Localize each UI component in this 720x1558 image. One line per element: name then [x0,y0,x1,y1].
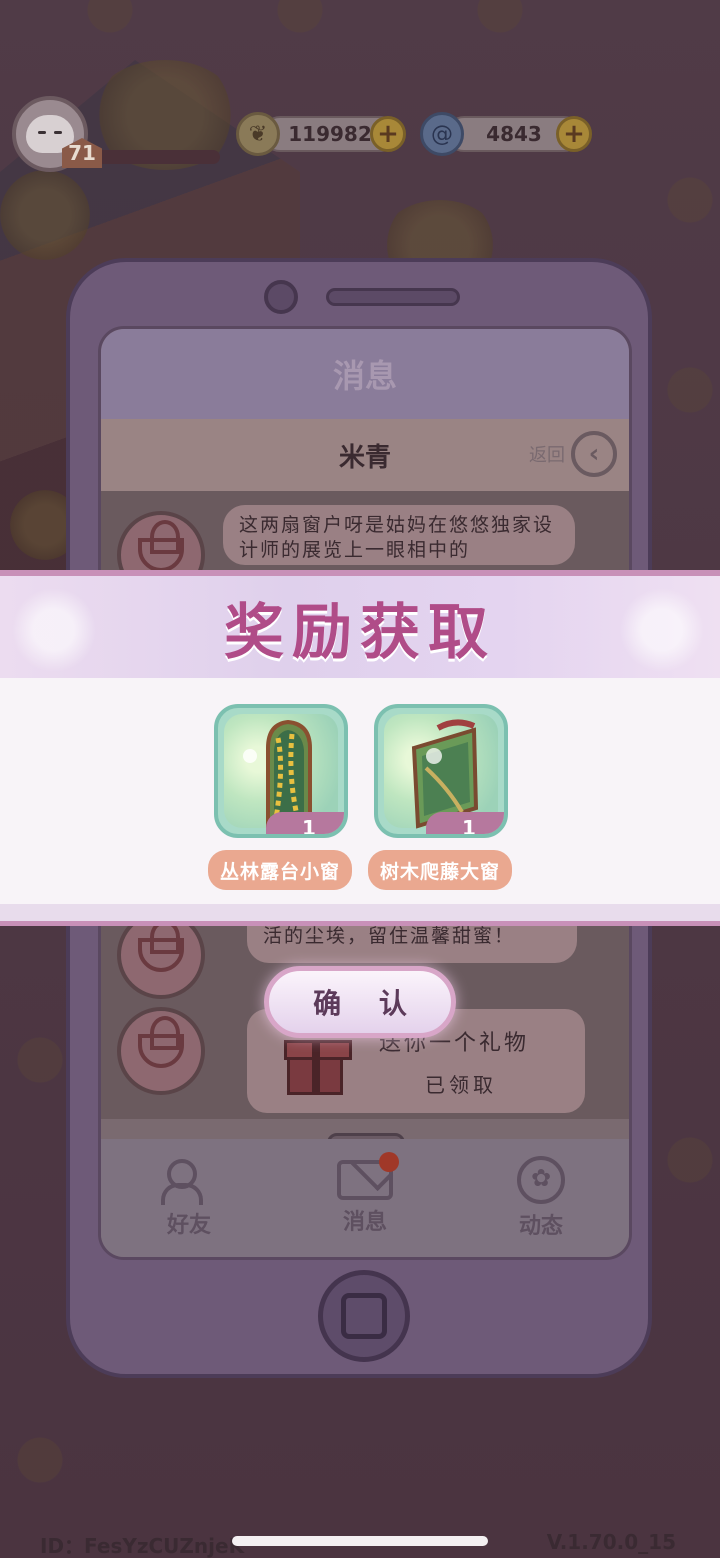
phone-home-button[interactable] [318,1270,410,1362]
friends-icon [161,1157,217,1205]
chat-contact-name: 米青 [338,442,391,473]
back-label[interactable]: 返回 [529,441,565,467]
nav-friends-tab[interactable]: 好友 [129,1157,249,1239]
gift-box-icon [284,1040,352,1095]
gift-status: 已领取 [425,1073,497,1097]
lotus-icon [138,520,184,572]
confirm-button[interactable]: 确 认 [264,966,456,1038]
reward-item-name: 丛林露台小窗 [208,850,352,890]
reward-panel-edge [0,904,720,926]
notification-dot [379,1152,399,1172]
flower-decoration [6,582,102,678]
nav-friends-label: 好友 [166,1213,211,1238]
nav-messages-tab[interactable]: 消息 [305,1152,425,1236]
reward-items-panel: 1 丛林露台小窗 1 树木爬藤大窗 [0,678,720,904]
experience-bar [90,150,220,164]
reward-title: 奖励获取 [224,597,496,668]
lotus-icon [138,1016,184,1068]
mail-icon [337,1152,399,1200]
reward-item-count: 1 [266,812,344,834]
flower-badge-icon [517,1156,565,1204]
add-currency-2-button[interactable]: + [556,116,592,152]
phone-speaker [326,288,460,306]
version-text: V.1.70.0_15 [546,1530,676,1554]
home-square-icon [341,1293,387,1339]
spiral-gem-icon: @ [420,112,464,156]
add-currency-1-button[interactable]: + [370,116,406,152]
player-id-text: ID：FesYzCUZnjeK [40,1534,245,1558]
reward-item-count: 1 [426,812,504,834]
chat-message: 这两扇窗户呀是姑妈在悠悠独家设计师的展览上一眼相中的 [223,505,575,565]
reward-item-name: 树木爬藤大窗 [368,850,512,890]
reward-item-card[interactable]: 1 [214,704,348,838]
system-home-indicator[interactable] [232,1536,488,1546]
chat-header: 米青 返回 ‹ [101,419,629,491]
leaf-coin-icon: ❦ [236,112,280,156]
phone-camera [264,280,298,314]
reward-item-card[interactable]: 1 [374,704,508,838]
nav-feed-tab[interactable]: 动态 [481,1156,601,1240]
back-arrow-icon[interactable]: ‹ [571,431,617,477]
nav-messages-label: 消息 [342,1210,387,1235]
lotus-avatar-icon [117,1007,205,1095]
reward-banner: 奖励获取 [0,570,720,678]
screen-title: 消息 [101,329,629,419]
nav-feed-label: 动态 [518,1214,563,1239]
lotus-icon [138,920,184,972]
flower-decoration [614,582,710,678]
phone-bottom-nav: 好友 消息 动态 [101,1139,629,1257]
